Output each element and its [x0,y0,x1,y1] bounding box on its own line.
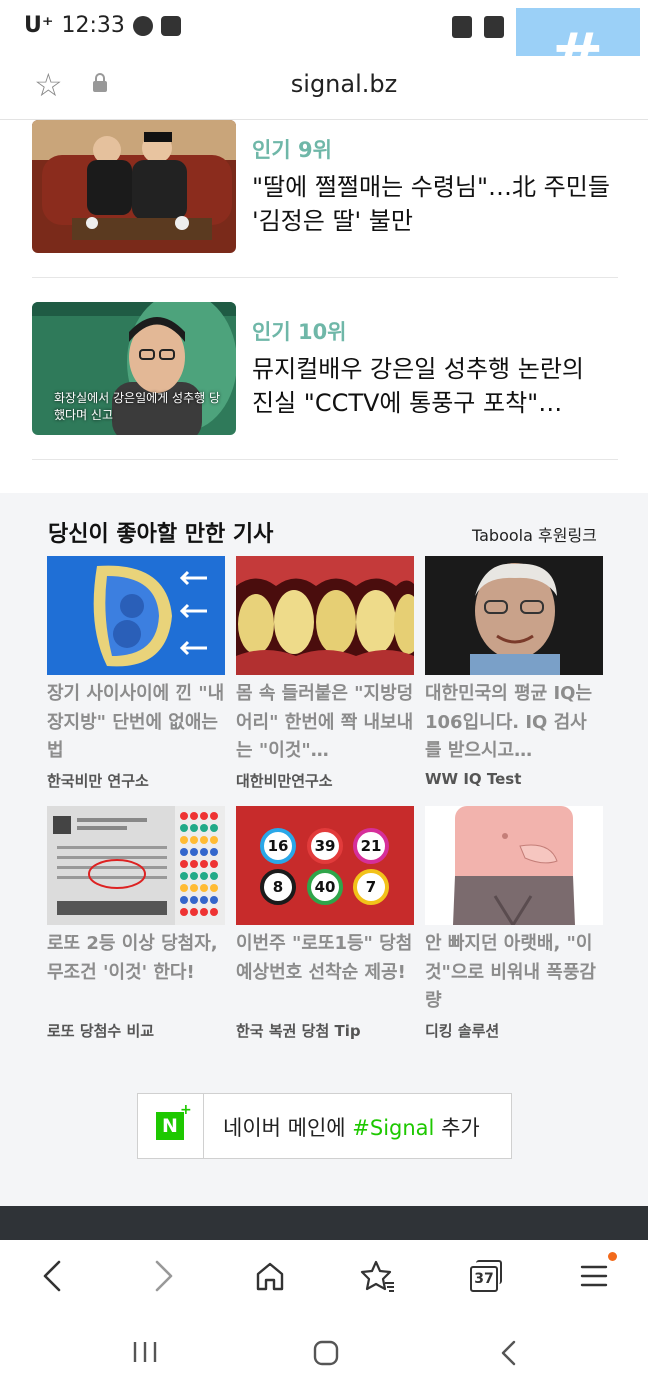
popular-item[interactable]: 인기 9위 "딸에 쩔쩔매는 수령님"…北 주민들 '김정은 딸' 불만 [32,120,618,278]
card-title[interactable]: 장기 사이사이에 낀 "내장지방" 단번에 없애는 법 [47,680,225,766]
lotto-ball: 40 [307,869,343,905]
card-image[interactable] [47,556,225,675]
popular-list: 인기 9위 "딸에 쩔쩔매는 수령님"…北 주민들 '김정은 딸' 불만 화장실… [0,120,648,493]
naver-add-prefix: 네이버 메인에 [223,1116,353,1140]
naver-add-button[interactable]: N + 네이버 메인에 #Signal 추가 [137,1093,512,1159]
card-title[interactable]: 몸 속 들러붙은 "지방덩어리" 한번에 쫙 내보내는 "이것"… [236,680,414,766]
card-image[interactable] [236,556,414,675]
naver-logo-box: N + [138,1094,204,1158]
bookmarks-icon[interactable] [358,1256,398,1296]
naver-add-suffix: 추가 [434,1116,480,1140]
app-notification-icon [160,15,181,36]
address-bar: ☆ signal.bz [0,56,648,120]
card-title[interactable]: 이번주 "로또1등" 당첨 예상번호 선착순 제공! [236,930,414,987]
card-source: 디킹 솔루션 [425,1022,500,1040]
card-title[interactable]: 로또 2등 이상 당첨자, 무조건 '이것' 한다! [47,930,225,987]
naver-add-highlight: #Signal [352,1116,435,1140]
lotto-ball: 39 [307,828,343,864]
recent-apps-icon[interactable] [130,1338,160,1366]
rank-label: 인기 10위 [252,320,347,344]
card-source: 한국비만 연구소 [47,772,149,790]
sponsor-link[interactable]: Taboola 후원링크 [472,522,597,546]
recommended-section: 당신이 좋아할 만한 기사 Taboola 후원링크 장기 사이사이에 낀 "내… [0,508,648,1206]
home-icon[interactable] [250,1256,290,1296]
system-navigation-bar [0,1316,648,1390]
card-source: WW IQ Test [425,770,522,788]
lotto-ball: 21 [353,828,389,864]
rank-label: 인기 9위 [252,138,332,162]
chat-notification-icon [132,15,153,36]
card-source: 대한비만연구소 [236,772,333,790]
article-thumbnail[interactable]: 화장실에서 강은일에게 성추행 당했다며 신고 [32,302,236,435]
tabs-count: 37 [470,1266,498,1292]
notification-dot [608,1252,617,1261]
back-icon[interactable] [33,1256,73,1296]
card-source: 로또 당첨수 비교 [47,1022,155,1040]
card-title[interactable]: 대한민국의 평균 IQ는 106입니다. IQ 검사를 받으시고… [425,680,603,766]
card-image[interactable]: 16 39 21 8 40 7 [236,806,414,925]
forward-icon[interactable] [143,1256,183,1296]
section-heading: 당신이 좋아할 만한 기사 [48,522,274,547]
carrier-label: U⁺ [24,13,54,38]
card-image[interactable] [47,806,225,925]
article-title[interactable]: "딸에 쩔쩔매는 수령님"…北 주민들 '김정은 딸' 불만 [252,170,612,238]
plus-icon: + [180,1102,192,1118]
card-image[interactable] [425,556,603,675]
thumbnail-caption: 화장실에서 강은일에게 성추행 당했다며 신고 [54,391,221,422]
lotto-ball: 16 [260,828,296,864]
url-text[interactable]: signal.bz [0,70,648,98]
article-title[interactable]: 뮤지컬배우 강은일 성추행 논란의 진실 "CCTV에 통풍구 포착"… [252,352,612,420]
site-footer [0,1206,648,1240]
home-button-icon[interactable] [311,1338,341,1368]
menu-icon[interactable] [574,1256,614,1296]
card-image[interactable] [425,806,603,925]
battery-saver-icon [452,16,472,38]
article-thumbnail[interactable] [32,120,236,253]
lotto-ball: 8 [260,869,296,905]
card-source: 한국 복권 당첨 Tip [236,1022,361,1040]
browser-toolbar: 37 [0,1240,648,1316]
tabs-button[interactable]: 37 [466,1256,506,1296]
clock: 12:33 [61,13,125,38]
mute-icon [484,16,504,38]
system-back-icon[interactable] [494,1338,524,1368]
naver-add-label: 네이버 메인에 #Signal 추가 [223,1112,480,1142]
lotto-ball: 7 [353,869,389,905]
popular-item[interactable]: 화장실에서 강은일에게 성추행 당했다며 신고 인기 10위 뮤지컬배우 강은일… [32,302,618,460]
card-title[interactable]: 안 빠지던 아랫배, "이것"으로 비워내 폭풍감량 [425,930,603,1016]
